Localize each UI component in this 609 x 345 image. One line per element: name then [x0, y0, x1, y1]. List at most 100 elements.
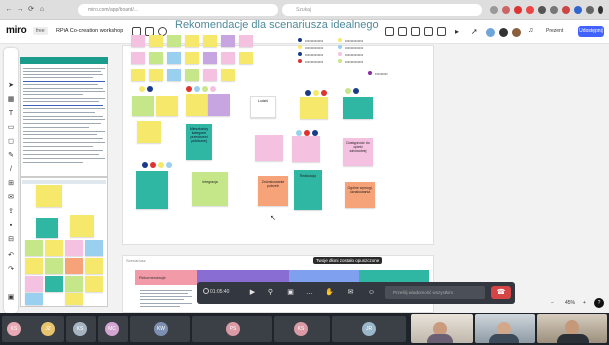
extension-icon[interactable]	[502, 6, 510, 14]
sticky-note[interactable]: Dostępność do opieki zdrowotnej	[343, 138, 373, 166]
participant-tile[interactable]: JR	[332, 316, 406, 342]
sticky-note[interactable]	[343, 97, 373, 119]
sticky-note[interactable]	[65, 276, 83, 292]
sticky-note[interactable]	[149, 35, 163, 47]
sticky-note[interactable]	[45, 276, 63, 292]
sticky-note[interactable]: Ogólne wymogi, oznakowania	[345, 182, 375, 208]
sticky-note[interactable]	[45, 240, 63, 256]
frame-tool-icon[interactable]: ⊞	[7, 180, 15, 188]
comments-icon[interactable]	[424, 27, 433, 36]
camera-icon[interactable]: ▶	[248, 288, 257, 297]
participant-tile[interactable]: MC	[98, 316, 128, 342]
sticky-note[interactable]	[221, 35, 235, 47]
sticky-note[interactable]	[185, 69, 199, 81]
timer-icon[interactable]	[385, 27, 394, 36]
avatar[interactable]	[512, 28, 521, 37]
extension-icon[interactable]	[514, 6, 522, 14]
participant-tile[interactable]: KS	[274, 316, 330, 342]
sticky-note[interactable]	[25, 293, 43, 305]
presentation-button[interactable]: Prezent	[546, 28, 563, 34]
participant-tile[interactable]: KS	[66, 316, 96, 342]
redo-icon[interactable]: ↷	[7, 266, 15, 274]
participant-tile[interactable]: PS	[192, 316, 272, 342]
meeting-chat-input[interactable]: Prześlij wiadomość wszystkim	[385, 286, 485, 299]
shape-tool-icon[interactable]: ◻	[7, 138, 15, 146]
raise-hand-icon[interactable]: ✋	[325, 288, 334, 297]
profile-icon[interactable]	[586, 6, 594, 14]
sticky-note[interactable]	[136, 171, 168, 209]
sticky-note[interactable]	[186, 94, 208, 116]
end-call-button[interactable]: ☎	[491, 286, 511, 299]
sticky-note[interactable]	[36, 218, 58, 238]
extension-icon[interactable]	[490, 6, 498, 14]
help-button[interactable]: ?	[594, 298, 604, 308]
sticky-note[interactable]: Integracja	[192, 172, 228, 206]
select-tool-icon[interactable]: ➤	[7, 82, 15, 90]
sticky-note[interactable]	[167, 35, 181, 47]
avatar[interactable]	[486, 28, 495, 37]
sticky-note[interactable]	[131, 69, 145, 81]
sticky-note[interactable]	[255, 135, 283, 161]
sticky-note[interactable]	[185, 35, 199, 47]
board-name[interactable]: RPiA Co-creation workshop	[56, 28, 123, 34]
frames-icon[interactable]	[411, 27, 420, 36]
sticky-note[interactable]	[239, 52, 253, 64]
sticky-note[interactable]: Ludziś	[250, 96, 276, 118]
sticky-note[interactable]	[85, 258, 103, 274]
sticky-note[interactable]	[131, 35, 145, 47]
sticky-note[interactable]	[25, 276, 43, 292]
bell-icon[interactable]: ♫	[528, 27, 537, 36]
templates-icon[interactable]: ▦	[7, 96, 15, 104]
sticky-note[interactable]	[85, 276, 103, 292]
extension-icon[interactable]	[538, 6, 546, 14]
apps-icon[interactable]: ⊟	[7, 236, 15, 244]
participant-video[interactable]	[537, 314, 607, 343]
forward-icon[interactable]: →	[16, 6, 24, 14]
undo-icon[interactable]: ↶	[7, 252, 15, 260]
url-bar[interactable]: miro.com/app/board/...	[78, 4, 278, 16]
sticky-note[interactable]	[149, 52, 163, 64]
sticky-note[interactable]	[25, 240, 43, 256]
reload-icon[interactable]: ⟳	[27, 6, 35, 14]
sticky-note[interactable]	[25, 258, 43, 274]
sticky-note[interactable]	[185, 52, 199, 64]
avatar[interactable]	[499, 28, 508, 37]
sticky-note[interactable]	[65, 240, 83, 256]
sticky-note[interactable]	[65, 258, 83, 274]
pen-tool-icon[interactable]: ✎	[7, 152, 15, 160]
sticky-note[interactable]	[36, 185, 62, 207]
sticky-note[interactable]	[65, 293, 83, 305]
list-icon[interactable]	[437, 27, 446, 36]
zoom-in-button[interactable]: +	[583, 300, 586, 306]
more-apps-icon[interactable]: ▪	[7, 222, 15, 230]
browser-search-input[interactable]: Szukaj	[282, 4, 482, 16]
mic-off-icon[interactable]: ⚲	[266, 288, 275, 297]
extension-icon[interactable]	[562, 6, 570, 14]
participant-tile[interactable]: JZ	[34, 316, 64, 342]
minimap-icon[interactable]: ▣	[7, 294, 15, 302]
extension-icon[interactable]	[526, 6, 534, 14]
line-tool-icon[interactable]: /	[7, 166, 15, 174]
sticky-note[interactable]	[203, 35, 217, 47]
extension-icon[interactable]	[574, 6, 582, 14]
sticky-note[interactable]: Zróżnicowanie potrzeb	[258, 176, 288, 206]
sticky-note[interactable]	[239, 35, 253, 47]
participant-video[interactable]	[475, 314, 535, 343]
sticky-note[interactable]	[156, 96, 178, 116]
voting-icon[interactable]	[398, 27, 407, 36]
participant-tile[interactable]: KW	[130, 316, 190, 342]
reactions-icon[interactable]: ▸	[455, 27, 464, 36]
sticky-note[interactable]	[167, 52, 181, 64]
participant-video[interactable]	[411, 314, 473, 343]
sticky-note[interactable]	[300, 97, 328, 119]
sticky-note[interactable]	[149, 69, 163, 81]
zoom-out-button[interactable]: −	[551, 300, 554, 306]
text-tool-icon[interactable]: T	[7, 110, 15, 118]
chat-icon[interactable]: ✉	[346, 288, 355, 297]
sticky-note[interactable]	[45, 258, 63, 274]
sticky-note[interactable]	[221, 52, 235, 64]
home-icon[interactable]: ⌂	[38, 6, 46, 14]
share-button[interactable]: Udostępnij	[578, 26, 604, 37]
miro-logo[interactable]: miro	[6, 25, 27, 36]
menu-icon[interactable]	[598, 6, 603, 14]
